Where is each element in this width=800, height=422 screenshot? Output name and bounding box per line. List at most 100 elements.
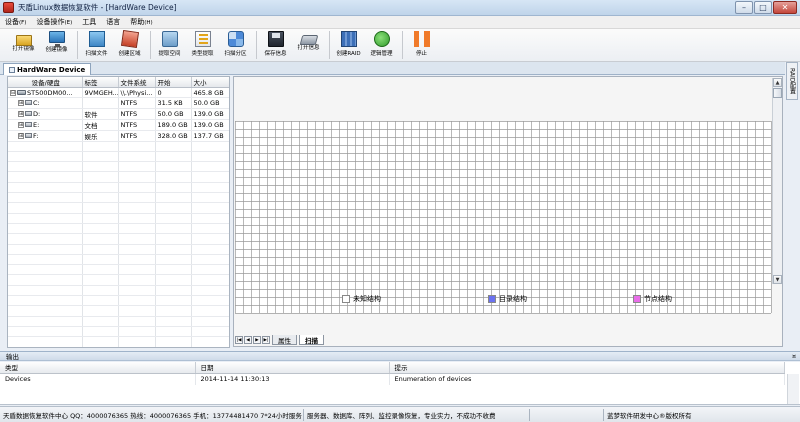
tab-properties[interactable]: 属性	[272, 335, 297, 345]
empty-cell	[82, 305, 119, 317]
empty-row	[8, 285, 229, 297]
status-bar: 天盾数据恢复软件中心 QQ：4000076365 热线：4000076365 手…	[0, 406, 800, 422]
create-image-button[interactable]: 创建镜像	[41, 29, 72, 60]
empty-cell	[8, 182, 83, 194]
toolbar-separator	[77, 31, 78, 59]
col-label[interactable]: 标签	[82, 77, 119, 88]
empty-cell	[118, 295, 156, 307]
empty-cell	[82, 141, 119, 152]
table-row[interactable]: Devices 2014-11-14 11:30:13 Enumeration …	[0, 373, 785, 385]
table-row[interactable]: ⊞ E: 文档 NTFS 189.0 GB 139.0 GB	[8, 119, 229, 131]
col-size[interactable]: 大小	[191, 77, 229, 88]
menu-device-ops[interactable]: 设备操作(E)	[31, 17, 77, 27]
col-start[interactable]: 开始	[155, 77, 192, 88]
empty-cell	[191, 182, 229, 194]
empty-row	[8, 171, 229, 183]
status-empty	[530, 408, 604, 421]
logic-manage-button[interactable]: 逻辑管理	[366, 29, 397, 60]
open-info-button[interactable]: 打开信息	[293, 29, 324, 60]
map-scrollbar[interactable]: ▲ ▼	[772, 78, 782, 284]
menu-language[interactable]: 语言	[101, 17, 125, 27]
empty-cell	[8, 213, 83, 224]
tab-hardware-device[interactable]: HardWare Device	[3, 63, 92, 75]
empty-cell	[8, 151, 83, 163]
scroll-down-arrow[interactable]: ▼	[773, 275, 782, 284]
type-extract-button[interactable]: 类型提取	[187, 29, 218, 60]
output-scrollbar[interactable]	[787, 374, 799, 404]
expand-icon[interactable]: ⊞	[18, 110, 24, 117]
map-legend: 未知结构 目录结构 节点结构	[234, 289, 782, 309]
table-row[interactable]: ⊞ D: 软件 NTFS 50.0 GB 139.0 GB	[8, 108, 229, 120]
table-row[interactable]: ⊟ ST500DM00... 9VMGEH... \\.\Physi... 0 4…	[8, 87, 229, 99]
col-device[interactable]: 设备/硬盘	[8, 77, 83, 88]
create-area-button[interactable]: 创建区域	[114, 29, 145, 60]
menu-device[interactable]: 设备(F)	[0, 17, 31, 27]
stop-button[interactable]: 停止	[406, 29, 437, 60]
last-tab-button[interactable]: ▶|	[262, 336, 270, 344]
device-list-panel: 设备/硬盘 标签 文件系统 开始 大小 ⊟ ST500DM00... 9VMGEH…	[7, 76, 230, 348]
create-area-icon	[120, 29, 139, 49]
close-button[interactable]: ✕	[773, 1, 797, 14]
menu-tools[interactable]: 工具	[77, 17, 101, 27]
open-image-button[interactable]: 打开镜像	[8, 29, 39, 60]
empty-cell	[8, 305, 83, 317]
table-row[interactable]: ⊞ F: 娱乐 NTFS 328.0 GB 137.7 GB	[8, 130, 229, 142]
empty-cell	[191, 192, 229, 204]
device-filesystem: NTFS	[118, 108, 156, 120]
empty-cell	[8, 233, 83, 245]
device-size: 139.0 GB	[191, 119, 229, 131]
expand-icon[interactable]: ⊞	[18, 132, 24, 139]
empty-cell	[8, 336, 83, 347]
empty-cell	[8, 161, 83, 173]
empty-row	[8, 233, 229, 245]
prev-tab-button[interactable]: ◀	[244, 336, 252, 344]
minimize-button[interactable]: –	[735, 1, 753, 14]
table-row[interactable]: ⊞ C: NTFS 31.5 KB 50.0 GB	[8, 97, 229, 109]
device-size: 137.7 GB	[191, 130, 229, 142]
empty-cell	[118, 192, 156, 204]
col-type[interactable]: 类型	[0, 362, 196, 374]
empty-cell	[155, 274, 192, 286]
scroll-thumb[interactable]	[773, 88, 782, 98]
col-date[interactable]: 日期	[195, 362, 390, 374]
col-hint[interactable]: 提示	[389, 362, 785, 374]
device-label: 9VMGEH...	[82, 87, 119, 99]
maximize-button[interactable]: □	[754, 1, 772, 14]
toolbar-separator	[150, 31, 151, 59]
output-panel: 类型 日期 提示 Devices 2014-11-14 11:30:13 Enu…	[0, 362, 800, 405]
empty-cell	[82, 274, 119, 286]
sector-map-grid[interactable]	[235, 85, 772, 355]
legend-node-label: 节点结构	[644, 295, 672, 303]
create-raid-button[interactable]: 创建RAID	[333, 29, 364, 60]
device-name: C:	[33, 98, 40, 107]
next-tab-button[interactable]: ▶	[253, 336, 261, 344]
menu-help[interactable]: 帮助(H)	[125, 17, 157, 27]
tab-scan[interactable]: 扫描	[299, 335, 324, 345]
device-table: 设备/硬盘 标签 文件系统 开始 大小 ⊟ ST500DM00... 9VMGEH…	[8, 77, 229, 347]
collapse-icon[interactable]: ⊟	[10, 89, 16, 96]
scroll-up-arrow[interactable]: ▲	[773, 78, 782, 87]
legend-directory: 目录结构	[488, 294, 527, 304]
save-info-button[interactable]: 保存信息	[260, 29, 291, 60]
scan-partition-button[interactable]: 扫描分区	[220, 29, 251, 60]
device-filesystem: NTFS	[118, 130, 156, 142]
pause-stop-icon	[413, 31, 430, 47]
expand-icon[interactable]: ⊞	[18, 99, 24, 106]
monitor-icon	[48, 31, 65, 47]
empty-cell	[191, 233, 229, 245]
empty-cell	[155, 161, 192, 173]
device-filesystem: \\.\Physi...	[118, 87, 156, 99]
expand-icon[interactable]: ⊞	[18, 121, 24, 128]
empty-row	[8, 192, 229, 204]
empty-cell	[155, 244, 192, 255]
first-tab-button[interactable]: |◀	[235, 336, 243, 344]
empty-cell	[82, 233, 119, 245]
save-info-label: 保存信息	[264, 51, 287, 57]
side-tab-raid-config[interactable]: RAID配置	[786, 62, 798, 100]
col-filesystem[interactable]: 文件系统	[118, 77, 156, 88]
device-start: 328.0 GB	[155, 130, 192, 142]
scan-file-button[interactable]: 扫描文件	[81, 29, 112, 60]
device-size: 139.0 GB	[191, 108, 229, 120]
pin-icon[interactable]: ¤	[792, 353, 796, 360]
extract-space-button[interactable]: 提取空间	[154, 29, 185, 60]
